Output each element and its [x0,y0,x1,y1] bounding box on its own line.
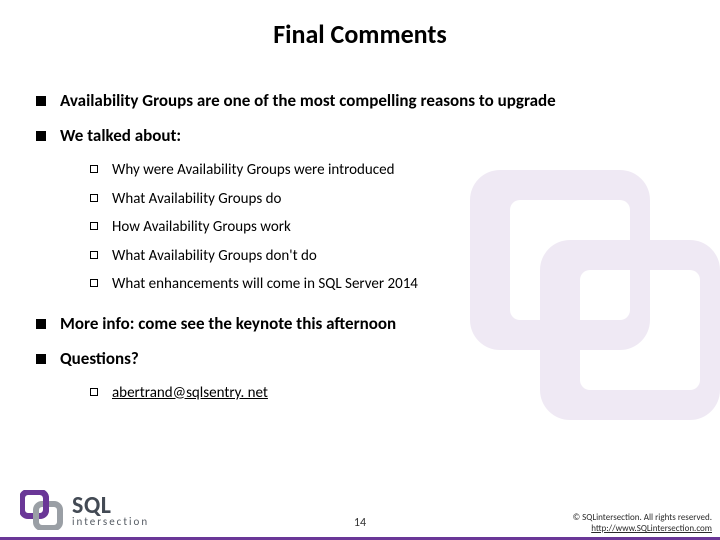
square-bullet-icon [36,319,46,329]
slide-footer: SQL intersection 14 © SQLintersection. A… [0,478,720,540]
copyright-text: © SQLintersection. All rights reserved. [573,512,712,523]
square-bullet-icon [36,354,46,364]
bullet-text: We talked about: [60,125,181,146]
copyright-block: © SQLintersection. All rights reserved. … [573,512,712,535]
sub-bullet-item: What Availability Groups don't do [90,242,684,271]
hollow-square-icon [90,194,98,202]
slide: Final Comments Availability Groups are o… [0,0,720,540]
sub-bullet-item: What enhancements will come in SQL Serve… [90,270,684,299]
bullet-text: Questions? [60,348,139,369]
logo-secondary: intersection [72,516,149,527]
sub-bullet-item: Why were Availability Groups were introd… [90,156,684,185]
sub-bullet-text: Why were Availability Groups were introd… [112,156,395,185]
bullet-item: Availability Groups are one of the most … [36,90,684,111]
bullet-item: More info: come see the keynote this aft… [36,313,684,334]
logo-text: SQL intersection [72,494,149,527]
square-bullet-icon [36,131,46,141]
sub-bullet-text: What Availability Groups do [112,185,281,214]
sub-bullet-text: What enhancements will come in SQL Serve… [112,270,418,299]
hollow-square-icon [90,279,98,287]
sub-bullet-list: abertrand@sqlsentry. net [90,379,684,408]
slide-content: Availability Groups are one of the most … [36,90,684,421]
bullet-text: More info: come see the keynote this aft… [60,313,396,334]
bullet-text: Availability Groups are one of the most … [60,90,556,111]
page-number: 14 [354,516,366,530]
bullet-item: We talked about: [36,125,684,146]
logo-primary: SQL [72,494,149,518]
sub-bullet-text: What Availability Groups don't do [112,242,317,271]
bullet-item: Questions? [36,348,684,369]
brand-logo: SQL intersection [20,490,149,530]
sub-bullet-item: What Availability Groups do [90,185,684,214]
slide-title: Final Comments [0,18,720,50]
sub-bullet-item: abertrand@sqlsentry. net [90,379,684,408]
hollow-square-icon [90,251,98,259]
footer-url-link[interactable]: http://www.SQLintersection.com [573,523,712,534]
hollow-square-icon [90,165,98,173]
square-bullet-icon [36,96,46,106]
sub-bullet-list: Why were Availability Groups were introd… [90,156,684,299]
hollow-square-icon [90,388,98,396]
contact-email-link[interactable]: abertrand@sqlsentry. net [112,379,268,408]
chainlink-icon [20,490,64,530]
hollow-square-icon [90,222,98,230]
sub-bullet-item: How Availability Groups work [90,213,684,242]
sub-bullet-text: How Availability Groups work [112,213,291,242]
